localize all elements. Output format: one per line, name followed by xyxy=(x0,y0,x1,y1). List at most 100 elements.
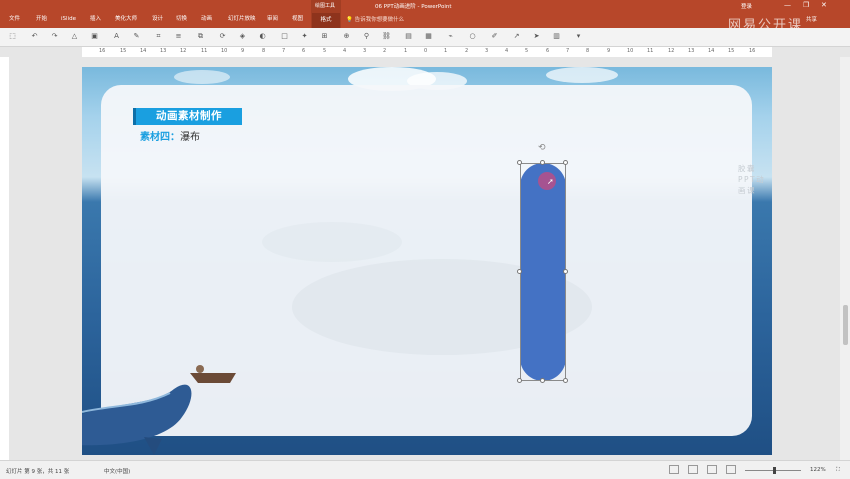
close-icon[interactable]: ✕ xyxy=(821,1,827,9)
ruler-tick-label: 9 xyxy=(607,48,611,54)
tab-view[interactable]: 视图 xyxy=(292,13,303,25)
ruler-tick-label: 8 xyxy=(262,48,266,54)
zoom-slider-thumb[interactable] xyxy=(773,467,776,474)
minimize-icon[interactable]: — xyxy=(784,1,791,9)
resize-handle[interactable] xyxy=(540,378,545,383)
ruler-tick-label: 11 xyxy=(201,48,208,54)
text-icon[interactable]: A xyxy=(112,32,121,41)
brand-watermark: 胶囊PPT动画课 xyxy=(738,164,766,195)
selection-box xyxy=(520,163,566,381)
pen-icon[interactable]: ✐ xyxy=(490,32,499,41)
ruler-tick-label: 2 xyxy=(465,48,469,54)
share-button[interactable]: 共享 xyxy=(806,15,817,23)
maximize-icon[interactable]: ❐ xyxy=(803,1,809,9)
tab-review[interactable]: 审阅 xyxy=(267,13,278,25)
fill-icon[interactable]: ◐ xyxy=(258,32,267,41)
more-icon[interactable]: ▾ xyxy=(574,32,583,41)
normal-view-icon[interactable] xyxy=(669,465,679,474)
ruler-tick-label: 5 xyxy=(323,48,327,54)
ruler-tick-label: 7 xyxy=(566,48,570,54)
arrow-icon[interactable]: ↗ xyxy=(512,32,521,41)
zoom-level[interactable]: 122% xyxy=(810,467,826,473)
tell-me-text: 告诉我你想要做什么 xyxy=(354,17,405,23)
zoom-icon[interactable]: ⊕ xyxy=(342,32,351,41)
table-icon[interactable]: ▦ xyxy=(424,32,433,41)
ruler-tick-label: 7 xyxy=(282,48,286,54)
crop-icon[interactable]: ⌗ xyxy=(154,32,163,41)
undo-icon[interactable]: ↶ xyxy=(30,32,39,41)
ruler-tick-label: 3 xyxy=(485,48,489,54)
slide-info: 幻灯片 第 9 张，共 11 张 xyxy=(6,469,70,475)
ruler-tick-label: 1 xyxy=(444,48,448,54)
circle-icon[interactable]: ○ xyxy=(468,32,477,41)
tab-insert[interactable]: 插入 xyxy=(90,13,101,25)
group-icon[interactable]: ⧉ xyxy=(196,32,205,41)
ruler-tick-label: 1 xyxy=(404,48,408,54)
tab-beautify[interactable]: 美化大师 xyxy=(115,13,137,25)
layout-icon[interactable]: ▥ xyxy=(552,32,561,41)
effects-icon[interactable]: ✦ xyxy=(300,32,309,41)
tab-slideshow[interactable]: 幻灯片放映 xyxy=(228,13,256,25)
rotate-icon[interactable]: ⟳ xyxy=(218,32,227,41)
faded-fin-shape xyxy=(262,222,402,262)
boat-illustration xyxy=(190,365,236,383)
ruler-tick-label: 9 xyxy=(241,48,245,54)
language-indicator[interactable]: 中文(中国) xyxy=(104,467,130,475)
title-bar: 绘图工具 文件 开始 iSlide 插入 美化大师 设计 切换 动画 幻灯片放映… xyxy=(0,0,850,33)
resize-handle[interactable] xyxy=(563,269,568,274)
slideshow-view-icon[interactable] xyxy=(726,465,736,474)
document-title: 06 PPT动画进阶 - PowerPoint xyxy=(375,4,452,10)
ruler-tick-label: 10 xyxy=(221,48,228,54)
ruler-tick-label: 12 xyxy=(668,48,675,54)
material-label[interactable]: 素材四：瀑布 xyxy=(140,131,200,144)
arrange-icon[interactable]: ◈ xyxy=(238,32,247,41)
vertical-scrollbar[interactable] xyxy=(840,57,850,460)
fit-slide-icon[interactable]: ⛶ xyxy=(836,467,840,474)
resize-handle[interactable] xyxy=(517,269,522,274)
tab-transitions[interactable]: 切换 xyxy=(176,13,187,25)
resize-handle[interactable] xyxy=(540,160,545,165)
slide-sorter-icon[interactable] xyxy=(688,465,698,474)
scrollbar-thumb[interactable] xyxy=(843,305,848,345)
ruler-tick-label: 16 xyxy=(99,48,106,54)
resize-handle[interactable] xyxy=(517,160,522,165)
ruler-tick-label: 4 xyxy=(505,48,509,54)
format-painter-icon[interactable]: ✎ xyxy=(132,32,141,41)
ruler-tick-label: 15 xyxy=(728,48,735,54)
ruler-tick-label: 3 xyxy=(363,48,367,54)
select-icon[interactable]: ⬚ xyxy=(8,32,17,41)
tell-me-search[interactable]: 💡 告诉我你想要做什么 xyxy=(346,15,404,23)
resize-handle[interactable] xyxy=(563,378,568,383)
ruler-tick-label: 5 xyxy=(525,48,529,54)
align-icon[interactable]: ≡ xyxy=(174,32,183,41)
save-icon[interactable]: ▣ xyxy=(90,32,99,41)
slide[interactable]: 胶囊PPT动画课 xyxy=(82,67,772,455)
tab-home[interactable]: 开始 xyxy=(36,13,47,25)
material-prefix: 素材四： xyxy=(140,132,180,143)
tab-animations[interactable]: 动画 xyxy=(201,13,212,25)
tab-file[interactable]: 文件 xyxy=(9,13,20,25)
material-name: 瀑布 xyxy=(180,132,200,143)
pin-icon[interactable]: ⚲ xyxy=(362,32,371,41)
login-link[interactable]: 登录 xyxy=(741,2,752,10)
reading-view-icon[interactable] xyxy=(707,465,717,474)
tab-islide[interactable]: iSlide xyxy=(61,13,76,25)
tab-format[interactable]: 格式 xyxy=(312,13,340,28)
brush-icon[interactable]: ⌁ xyxy=(446,32,455,41)
size-icon[interactable]: ⊞ xyxy=(320,32,329,41)
rotate-handle-icon[interactable]: ⟲ xyxy=(538,144,547,153)
context-header-label: 绘图工具 xyxy=(315,3,336,9)
shapes-icon[interactable]: △ xyxy=(70,32,79,41)
resize-handle[interactable] xyxy=(563,160,568,165)
ruler-tick-label: 8 xyxy=(586,48,590,54)
ruler-tick-label: 10 xyxy=(627,48,634,54)
chart-icon[interactable]: ▤ xyxy=(404,32,413,41)
link-icon[interactable]: ⛓ xyxy=(382,32,391,41)
ruler-tick-label: 13 xyxy=(160,48,167,54)
tab-design[interactable]: 设计 xyxy=(152,13,163,25)
pointer-icon[interactable]: ➤ xyxy=(532,32,541,41)
redo-icon[interactable]: ↷ xyxy=(50,32,59,41)
slide-title-banner[interactable]: 动画素材制作 xyxy=(133,108,242,125)
outline-icon[interactable]: □ xyxy=(280,32,289,41)
resize-handle[interactable] xyxy=(517,378,522,383)
